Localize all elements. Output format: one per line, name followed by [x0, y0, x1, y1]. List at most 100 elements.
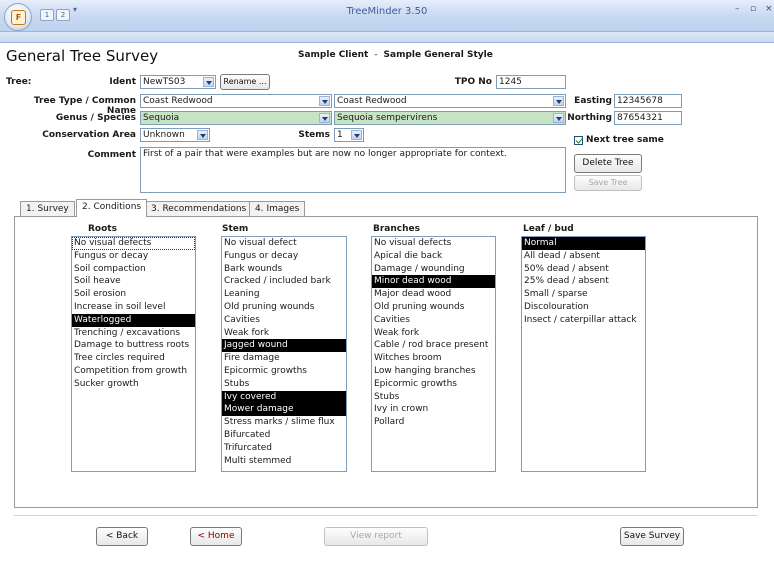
conservation-label: Conservation Area	[42, 130, 136, 140]
roots-option[interactable]: Trenching / excavations	[72, 327, 195, 340]
view-report-button[interactable]: View report	[324, 527, 428, 546]
stem-option[interactable]: Ivy covered	[222, 390, 346, 404]
chevron-down-icon[interactable]	[319, 113, 330, 123]
stem-option[interactable]: Leaning	[222, 288, 346, 301]
stem-option[interactable]: Multi stemmed	[222, 455, 346, 468]
stem-option[interactable]: Trifurcated	[222, 442, 346, 455]
leaf-bud-option[interactable]: Small / sparse	[522, 288, 645, 301]
save-tree-button[interactable]: Save Tree	[574, 175, 642, 191]
client-name: Sample Client	[298, 50, 369, 60]
branches-option[interactable]: No visual defects	[372, 237, 495, 250]
delete-tree-button[interactable]: Delete Tree	[574, 154, 642, 173]
chevron-down-icon[interactable]	[319, 96, 330, 106]
branches-option[interactable]: Weak fork	[372, 327, 495, 340]
next-tree-same-label: Next tree same	[586, 135, 664, 145]
roots-option[interactable]: Competition from growth	[72, 365, 195, 378]
common-name-select[interactable]: Coast Redwood	[334, 94, 566, 108]
roots-option[interactable]: Sucker growth	[72, 378, 195, 391]
genus-select[interactable]: Sequoia	[140, 111, 332, 125]
tree-type-select[interactable]: Coast Redwood	[140, 94, 332, 108]
roots-option[interactable]: Soil compaction	[72, 263, 195, 276]
window-title: TreeMinder 3.50	[346, 6, 428, 17]
northing-field[interactable]: 87654321	[614, 111, 682, 125]
chevron-down-icon[interactable]	[553, 96, 564, 106]
branches-option[interactable]: Apical die back	[372, 250, 495, 263]
leaf-bud-option[interactable]: Normal	[522, 237, 645, 250]
branches-option[interactable]: Major dead wood	[372, 288, 495, 301]
leaf-bud-option[interactable]: 50% dead / absent	[522, 263, 645, 276]
leaf-bud-option[interactable]: Discolouration	[522, 301, 645, 314]
frame-divider	[0, 42, 774, 43]
roots-option[interactable]: Fungus or decay	[72, 250, 195, 263]
chevron-down-icon[interactable]	[203, 77, 214, 87]
next-tree-same-checkbox[interactable]	[574, 136, 583, 145]
chevron-down-icon[interactable]	[553, 113, 564, 123]
branches-option[interactable]: Old pruning wounds	[372, 301, 495, 314]
stem-option[interactable]: Old pruning wounds	[222, 301, 346, 314]
conservation-select[interactable]: Unknown	[140, 128, 210, 142]
stem-listbox[interactable]: No visual defect Fungus or decay Bark woun…	[221, 236, 347, 472]
stem-option[interactable]: Cavities	[222, 314, 346, 327]
roots-option[interactable]: No visual defects	[72, 237, 195, 250]
leaf-bud-option[interactable]: All dead / absent	[522, 250, 645, 263]
roots-option[interactable]: Damage to buttress roots	[72, 339, 195, 352]
tab-conditions[interactable]: 2. Conditions	[76, 199, 148, 217]
stems-select[interactable]: 1	[334, 128, 364, 142]
tab-images[interactable]: 4. Images	[249, 201, 306, 216]
tab-recommendations[interactable]: 3. Recommendations	[145, 201, 253, 216]
title-bar: F 1 2 ▾ TreeMinder 3.50 – ▫ ×	[0, 0, 774, 32]
roots-option[interactable]: Soil erosion	[72, 288, 195, 301]
stem-option[interactable]: Bark wounds	[222, 263, 346, 276]
roots-option[interactable]: Increase in soil level	[72, 301, 195, 314]
branches-option[interactable]: Cable / rod brace present	[372, 339, 495, 352]
minimize-icon[interactable]: –	[735, 4, 740, 14]
close-icon[interactable]: ×	[765, 4, 773, 14]
stem-option[interactable]: Bifurcated	[222, 429, 346, 442]
branches-option[interactable]: Pollard	[372, 416, 495, 429]
chevron-down-icon[interactable]	[351, 130, 362, 140]
branches-option[interactable]: Ivy in crown	[372, 403, 495, 416]
roots-option[interactable]: Soil heave	[72, 275, 195, 288]
branches-option[interactable]: Minor dead wood	[372, 275, 495, 289]
genus-species-label: Genus / Species	[55, 113, 136, 123]
leaf-bud-option[interactable]: Insect / caterpillar attack	[522, 314, 645, 327]
species-value: Sequoia sempervirens	[337, 113, 438, 123]
comment-textarea[interactable]: First of a pair that were examples but a…	[140, 147, 566, 193]
save-survey-button[interactable]: Save Survey	[620, 527, 684, 546]
roots-listbox[interactable]: No visual defects Fungus or decay Soil com…	[71, 236, 196, 472]
stem-option[interactable]: Weak fork	[222, 327, 346, 340]
stem-option[interactable]: Epicormic growths	[222, 365, 346, 378]
home-button[interactable]: < Home	[190, 527, 242, 546]
stem-option[interactable]: Fungus or decay	[222, 250, 346, 263]
branches-option[interactable]: Witches broom	[372, 352, 495, 365]
leaf-bud-listbox[interactable]: Normal All dead / absent 50% dead / absent…	[521, 236, 646, 472]
rename-button[interactable]: Rename ...	[220, 74, 270, 90]
easting-field[interactable]: 12345678	[614, 94, 682, 108]
tab-survey[interactable]: 1. Survey	[20, 201, 75, 216]
comment-label: Comment	[87, 150, 136, 160]
ident-select[interactable]: NewTS03	[140, 75, 216, 89]
species-select[interactable]: Sequoia sempervirens	[334, 111, 566, 125]
branches-option[interactable]: Stubs	[372, 391, 495, 404]
chevron-down-icon[interactable]	[197, 130, 208, 140]
leaf-bud-option[interactable]: 25% dead / absent	[522, 275, 645, 288]
form-title: General Tree Survey	[6, 47, 159, 65]
branches-option[interactable]: Epicormic growths	[372, 378, 495, 391]
restore-icon[interactable]: ▫	[750, 4, 756, 14]
branches-option[interactable]: Cavities	[372, 314, 495, 327]
stem-option[interactable]: Fire damage	[222, 352, 346, 365]
tpo-field[interactable]: 1245	[496, 75, 566, 89]
stems-label: Stems	[298, 130, 330, 140]
roots-option[interactable]: Tree circles required	[72, 352, 195, 365]
stem-option[interactable]: Stress marks / slime flux	[222, 416, 346, 429]
roots-option[interactable]: Waterlogged	[72, 313, 195, 327]
stem-option[interactable]: Mower damage	[222, 403, 346, 417]
branches-option[interactable]: Damage / wounding	[372, 263, 495, 276]
back-button[interactable]: < Back	[96, 527, 148, 546]
stem-option[interactable]: Stubs	[222, 378, 346, 391]
stem-option[interactable]: Cracked / included bark	[222, 275, 346, 288]
stem-option[interactable]: No visual defect	[222, 237, 346, 250]
branches-listbox[interactable]: No visual defects Apical die back Damage /…	[371, 236, 496, 472]
stem-option[interactable]: Jagged wound	[222, 339, 346, 353]
branches-option[interactable]: Low hanging branches	[372, 365, 495, 378]
